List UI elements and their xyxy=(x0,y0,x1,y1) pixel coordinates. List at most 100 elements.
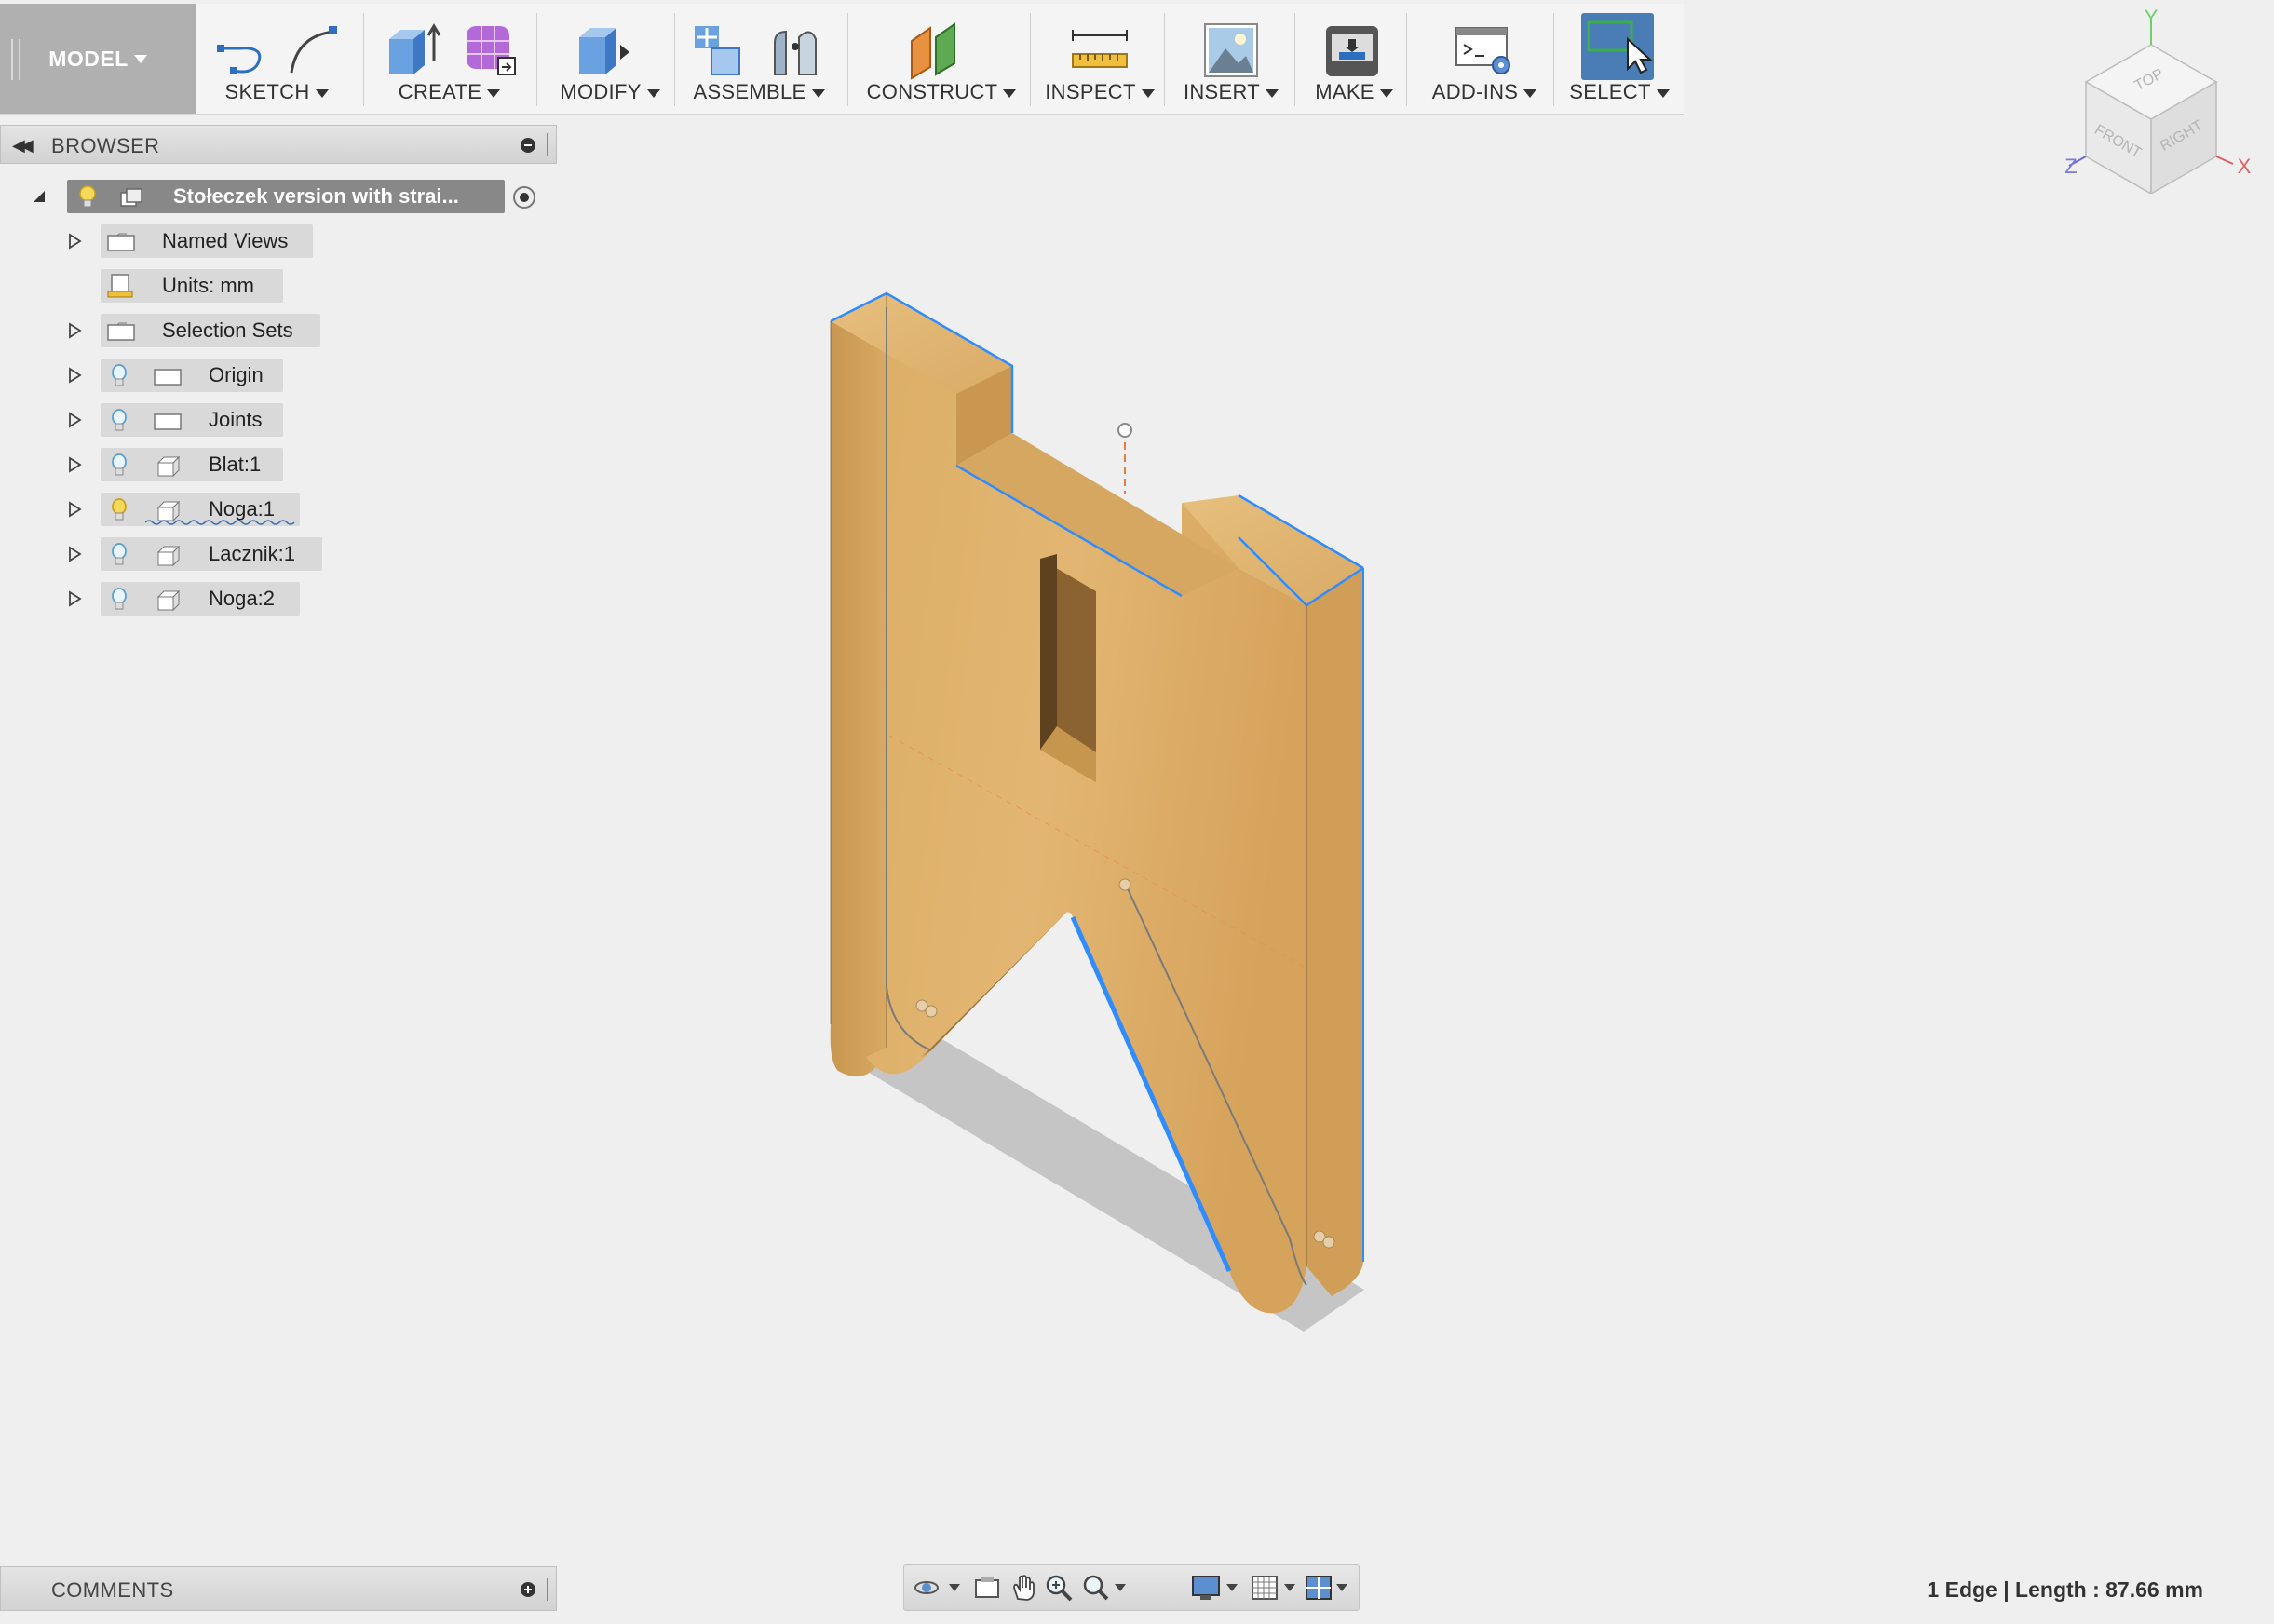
toolbar-group-add-ins[interactable]: ADD-INS xyxy=(1415,4,1553,114)
measure-ruler-icon[interactable] xyxy=(1069,20,1134,76)
lacznik-1-label: Lacznik:1 xyxy=(209,542,295,565)
leg-left-side-face[interactable] xyxy=(830,293,887,1077)
expanded-triangle-icon[interactable] xyxy=(32,189,47,204)
lightbulb-off-icon[interactable] xyxy=(110,409,129,433)
document-units-icon xyxy=(107,274,133,298)
press-pull-icon[interactable] xyxy=(574,20,639,78)
select-window-icon[interactable] xyxy=(1581,13,1656,80)
toolbar-group-assemble[interactable]: ASSEMBLE xyxy=(684,4,834,114)
minimize-panel-icon[interactable] xyxy=(521,138,535,153)
lightbulb-off-icon[interactable] xyxy=(110,543,129,567)
modify-label: MODIFY xyxy=(560,80,642,103)
folder-icon xyxy=(107,233,135,251)
toolbar-group-create[interactable]: CREATE xyxy=(372,4,526,114)
viewports-icon[interactable] xyxy=(1303,1573,1360,1603)
look-at-icon[interactable] xyxy=(973,1573,1001,1603)
expand-triangle-icon[interactable] xyxy=(67,456,82,473)
expand-triangle-icon[interactable] xyxy=(67,322,82,339)
pan-hand-icon[interactable] xyxy=(1008,1573,1038,1603)
orbit-icon[interactable] xyxy=(912,1573,968,1603)
lightbulb-off-icon[interactable] xyxy=(110,588,129,612)
assemble-label: ASSEMBLE xyxy=(693,80,806,103)
browser-item-units[interactable]: Units: mm xyxy=(0,269,372,303)
browser-title: BROWSER xyxy=(51,134,160,157)
toolbar-group-modify[interactable]: MODIFY xyxy=(546,4,674,114)
chevron-down-icon xyxy=(811,88,825,98)
toolbar-group-make[interactable]: MAKE xyxy=(1304,4,1404,114)
chevron-down-icon xyxy=(133,54,147,63)
add-comment-icon[interactable] xyxy=(521,1582,535,1597)
toolbar-divider xyxy=(1294,13,1295,106)
root-component-node[interactable]: Stołeczek version with strai... xyxy=(67,180,505,213)
browser-item-named-views[interactable]: Named Views xyxy=(0,224,372,258)
expand-triangle-icon[interactable] xyxy=(67,367,82,384)
toolbar-group-select[interactable]: SELECT xyxy=(1561,4,1678,114)
toolbar-group-construct[interactable]: CONSTRUCT xyxy=(857,4,1026,114)
expand-triangle-icon[interactable] xyxy=(67,590,82,607)
browser-item-joints[interactable]: Joints xyxy=(0,403,372,437)
toolbar-group-sketch[interactable]: SKETCH xyxy=(207,4,346,114)
expand-triangle-icon[interactable] xyxy=(67,546,82,562)
panel-resize-handle[interactable] xyxy=(547,1578,548,1601)
browser-root-row[interactable]: Stołeczek version with strai... xyxy=(0,180,557,213)
viewcube[interactable]: TOP FRONT RIGHT Y Z X xyxy=(2058,7,2263,194)
selection-sets-label: Selection Sets xyxy=(162,318,293,342)
new-component-icon[interactable] xyxy=(691,20,752,80)
lightbulb-off-icon[interactable] xyxy=(110,364,129,388)
joint-icon[interactable] xyxy=(765,20,827,80)
browser-item-noga-2[interactable]: Noga:2 xyxy=(0,582,372,616)
collapse-panel-icon[interactable]: ◀◀ xyxy=(12,136,34,156)
workspace-label: MODEL xyxy=(48,46,129,71)
toolbar-grip-icon[interactable] xyxy=(11,39,20,80)
selection-status-text: 1 Edge | Length : 87.66 mm xyxy=(1927,1577,2203,1602)
form-sculpt-icon[interactable] xyxy=(461,20,521,78)
comments-title: COMMENTS xyxy=(51,1578,174,1602)
grid-settings-icon[interactable] xyxy=(1249,1573,1306,1603)
expand-triangle-icon[interactable] xyxy=(67,233,82,250)
browser-item-noga-1[interactable]: Noga:1 xyxy=(0,493,372,526)
browser-item-blat-1[interactable]: Blat:1 xyxy=(0,448,372,481)
activate-radio-icon[interactable] xyxy=(512,185,536,210)
model-viewport-canvas[interactable] xyxy=(801,279,1397,1341)
zoom-icon[interactable] xyxy=(1044,1573,1074,1603)
insert-label: INSERT xyxy=(1183,80,1261,103)
y-axis-label: Y xyxy=(2145,7,2159,29)
construct-plane-icon[interactable] xyxy=(908,20,973,80)
sketch-label: SKETCH xyxy=(224,80,310,103)
toolbar-group-inspect[interactable]: INSPECT xyxy=(1039,4,1160,114)
toolbar-group-insert[interactable]: INSERT xyxy=(1173,4,1289,114)
browser-item-lacznik-1[interactable]: Lacznik:1 xyxy=(0,537,372,571)
joint-origin-marker[interactable] xyxy=(1117,423,1132,438)
expand-triangle-icon[interactable] xyxy=(67,501,82,518)
construct-label: CONSTRUCT xyxy=(866,80,998,103)
x-axis-line xyxy=(2215,156,2234,165)
browser-item-selection-sets[interactable]: Selection Sets xyxy=(0,314,372,347)
blat-1-label: Blat:1 xyxy=(209,453,262,476)
browser-item-origin[interactable]: Origin xyxy=(0,359,372,392)
x-axis-label: X xyxy=(2238,155,2252,178)
component-body-icon xyxy=(156,589,181,612)
lightbulb-on-icon[interactable] xyxy=(110,498,129,522)
joint-point[interactable] xyxy=(1322,1236,1335,1249)
expand-triangle-icon[interactable] xyxy=(67,412,82,428)
3d-print-icon[interactable] xyxy=(1322,20,1382,80)
mortise-inner-wall xyxy=(1040,554,1057,750)
extrude-box-icon[interactable] xyxy=(384,20,443,78)
panel-resize-handle[interactable] xyxy=(547,133,548,156)
workspace-model-button[interactable]: MODEL xyxy=(0,4,196,114)
fit-zoom-icon[interactable] xyxy=(1081,1573,1135,1603)
joint-point[interactable] xyxy=(925,1005,938,1018)
leg-right-side-face[interactable] xyxy=(1306,568,1363,1296)
joint-point[interactable] xyxy=(1118,878,1131,891)
make-label: MAKE xyxy=(1315,80,1374,103)
sketch-arc-icon[interactable] xyxy=(286,20,342,76)
display-settings-icon[interactable] xyxy=(1189,1573,1247,1603)
toolbar-divider xyxy=(1030,13,1031,106)
chevron-down-icon xyxy=(1656,88,1670,98)
insert-image-icon[interactable] xyxy=(1201,20,1261,80)
sketch-line-icon[interactable] xyxy=(211,20,277,76)
scripts-addins-icon[interactable] xyxy=(1453,20,1518,80)
lightbulb-on-icon[interactable] xyxy=(78,185,97,210)
chevron-down-icon xyxy=(315,88,329,98)
lightbulb-off-icon[interactable] xyxy=(110,453,129,478)
